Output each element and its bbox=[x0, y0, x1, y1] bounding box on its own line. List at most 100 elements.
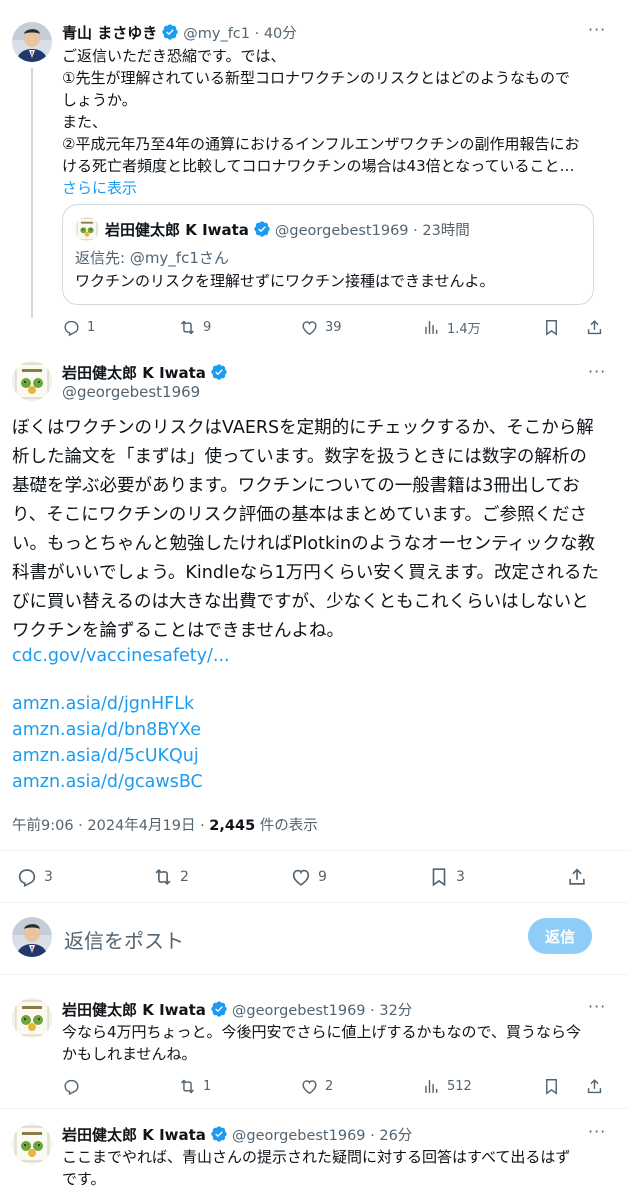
divider bbox=[0, 1108, 629, 1109]
reply2-line: ここまでやれば、青山さんの提示された疑問に対する回答はすべて出るはず bbox=[62, 1148, 571, 1166]
reply2-header: 岩田健太郎 K Iwata @georgebest1969 · 26分 bbox=[62, 1124, 412, 1145]
reply1-handle[interactable]: @georgebest1969 bbox=[232, 1003, 366, 1019]
avatar-iwata-reply1[interactable] bbox=[12, 998, 52, 1038]
quote-time: 23時間 bbox=[422, 223, 470, 239]
quote-author-name: 岩田健太郎 K Iwata bbox=[105, 221, 249, 239]
main-handle[interactable]: @georgebest1969 bbox=[62, 383, 200, 401]
tweet1-line: ける死亡者頻度と比較してコロナワクチンの場合は43倍となっていること… bbox=[62, 157, 575, 175]
more-options-icon[interactable]: ··· bbox=[588, 997, 606, 1016]
main-views-label: 件の表示 bbox=[255, 818, 318, 834]
share-button[interactable] bbox=[585, 318, 604, 337]
reply1-views-button[interactable]: 512 bbox=[422, 1077, 472, 1096]
separator-dot: · bbox=[250, 26, 264, 42]
like-icon bbox=[290, 866, 312, 888]
reply2-body: ここまでやれば、青山さんの提示された疑問に対する回答はすべて出るはず です。 bbox=[62, 1146, 607, 1190]
tweet1-line: しょうか。 bbox=[62, 91, 137, 109]
bookmark-button[interactable] bbox=[542, 318, 561, 337]
retweet-button[interactable]: 9 bbox=[178, 318, 211, 337]
main-line: 科書がいいでしょう。Kindleなら1万円くらい安く買えます。改定されるた bbox=[12, 563, 599, 583]
reply-icon bbox=[16, 866, 38, 888]
main-timestamp-row: 午前9:06 · 2024年4月19日 · 2,445 件の表示 bbox=[12, 814, 318, 835]
main-retweet-button[interactable]: 2 bbox=[152, 866, 189, 888]
retweet-icon bbox=[178, 1077, 197, 1096]
main-views-count: 2,445 bbox=[209, 818, 256, 834]
separator-dot: · bbox=[408, 223, 423, 239]
divider bbox=[0, 850, 629, 851]
tweet1-author-name[interactable]: 青山 まさゆき bbox=[62, 24, 157, 42]
reply2-author-name[interactable]: 岩田健太郎 K Iwata bbox=[62, 1126, 206, 1144]
thread-connector-line bbox=[31, 68, 33, 318]
main-author-name-row: 岩田健太郎 K Iwata bbox=[62, 362, 232, 383]
cdc-link[interactable]: cdc.gov/vaccinesafety/... bbox=[12, 646, 230, 666]
quote-header: 岩田健太郎 K Iwata @georgebest1969 · 23時間 bbox=[105, 219, 470, 240]
divider bbox=[0, 974, 629, 975]
my-avatar[interactable] bbox=[12, 917, 52, 957]
like-icon bbox=[300, 1077, 319, 1096]
like-count: 39 bbox=[325, 320, 342, 335]
reply1-retweet-count: 1 bbox=[203, 1079, 212, 1094]
reply-submit-button[interactable]: 返信 bbox=[528, 918, 592, 954]
avatar-iwata-reply2[interactable] bbox=[12, 1124, 52, 1164]
main-retweet-count: 2 bbox=[180, 869, 189, 885]
retweet-count: 9 bbox=[203, 320, 212, 335]
amazon-link[interactable]: amzn.asia/d/5cUKQuj bbox=[12, 746, 199, 766]
reply1-bookmark-button[interactable] bbox=[542, 1077, 561, 1096]
reply2-handle[interactable]: @georgebest1969 bbox=[232, 1128, 366, 1144]
views-count: 1.4万 bbox=[447, 322, 481, 337]
reply1-time[interactable]: 32分 bbox=[379, 1003, 412, 1019]
tweet1-time[interactable]: 40分 bbox=[264, 26, 297, 42]
more-options-icon[interactable]: ··· bbox=[588, 362, 606, 381]
main-line: い。もっとちゃんと勉強したければPlotkinのようなオーセンティックな教 bbox=[12, 534, 596, 554]
verified-badge-icon bbox=[210, 363, 228, 381]
main-line: ぼくはワクチンのリスクはVAERSを定期的にチェックするか、そこから解 bbox=[12, 418, 594, 438]
reply1-reply-button[interactable] bbox=[62, 1077, 81, 1096]
reply1-author-name[interactable]: 岩田健太郎 K Iwata bbox=[62, 1001, 206, 1019]
main-reply-button[interactable]: 3 bbox=[16, 866, 53, 888]
divider bbox=[0, 902, 629, 903]
avatar-image bbox=[12, 1124, 52, 1164]
main-timestamp[interactable]: 午前9:06 · 2024年4月19日 · bbox=[12, 818, 209, 834]
tweet1-header: 青山 まさゆき @my_fc1 · 40分 bbox=[62, 22, 297, 43]
quote-avatar-image bbox=[75, 217, 99, 241]
main-like-button[interactable]: 9 bbox=[290, 866, 327, 888]
main-bookmark-button[interactable]: 3 bbox=[428, 866, 465, 888]
more-options-icon[interactable]: ··· bbox=[588, 20, 606, 39]
like-button[interactable]: 39 bbox=[300, 318, 342, 337]
tweet1-line: ②平成元年乃至4年の通算におけるインフルエンザワクチンの副作用報告にお bbox=[62, 135, 580, 153]
reply1-like-button[interactable]: 2 bbox=[300, 1077, 333, 1096]
main-line: り、そこにワクチンのリスク評価の基本はまとめています。ご参照くださ bbox=[12, 505, 588, 525]
more-options-icon[interactable]: ··· bbox=[588, 1122, 606, 1141]
verified-badge-icon bbox=[253, 220, 271, 238]
reply1-retweet-button[interactable]: 1 bbox=[178, 1077, 211, 1096]
avatar-image bbox=[12, 361, 52, 401]
like-icon bbox=[300, 318, 319, 337]
quote-handle: @georgebest1969 bbox=[274, 223, 409, 239]
views-button[interactable]: 1.4万 bbox=[422, 318, 481, 337]
amazon-links: amzn.asia/d/jgnHFLk amzn.asia/d/bn8BYXe … bbox=[12, 691, 612, 795]
amazon-link[interactable]: amzn.asia/d/gcawsBC bbox=[12, 772, 203, 792]
main-author-name[interactable]: 岩田健太郎 K Iwata bbox=[62, 364, 206, 382]
separator-dot: · bbox=[365, 1003, 380, 1019]
quoted-tweet-card[interactable]: 岩田健太郎 K Iwata @georgebest1969 · 23時間 返信先:… bbox=[62, 204, 594, 305]
bookmark-icon bbox=[428, 866, 450, 888]
amazon-link[interactable]: amzn.asia/d/bn8BYXe bbox=[12, 720, 201, 740]
reply-button[interactable]: 1 bbox=[62, 318, 95, 337]
main-bookmark-count: 3 bbox=[456, 869, 465, 885]
amazon-link[interactable]: amzn.asia/d/jgnHFLk bbox=[12, 694, 194, 714]
reply-compose-input[interactable]: 返信をポスト bbox=[64, 925, 184, 954]
tweet1-line: ①先生が理解されている新型コロナワクチンのリスクとはどのようなもので bbox=[62, 69, 571, 87]
quote-text: ワクチンのリスクを理解せずにワクチン接種はできませんよ。 bbox=[75, 272, 495, 290]
cdc-link-wrap: cdc.gov/vaccinesafety/... bbox=[12, 643, 612, 669]
avatar-aoyama[interactable] bbox=[12, 22, 52, 62]
reply1-header: 岩田健太郎 K Iwata @georgebest1969 · 32分 bbox=[62, 999, 412, 1020]
quote-reply-to: 返信先: @my_fc1さん bbox=[75, 249, 229, 267]
main-share-button[interactable] bbox=[566, 866, 588, 888]
reply1-share-button[interactable] bbox=[585, 1077, 604, 1096]
show-more-link[interactable]: さらに表示 bbox=[62, 177, 602, 199]
verified-badge-icon bbox=[161, 23, 179, 41]
tweet1-handle[interactable]: @my_fc1 bbox=[183, 26, 250, 42]
avatar-iwata-main[interactable] bbox=[12, 361, 52, 401]
reply2-time[interactable]: 26分 bbox=[379, 1128, 412, 1144]
share-icon bbox=[566, 866, 588, 888]
main-tweet-body: ぼくはワクチンのリスクはVAERSを定期的にチェックするか、そこから解 析した論… bbox=[12, 414, 612, 646]
